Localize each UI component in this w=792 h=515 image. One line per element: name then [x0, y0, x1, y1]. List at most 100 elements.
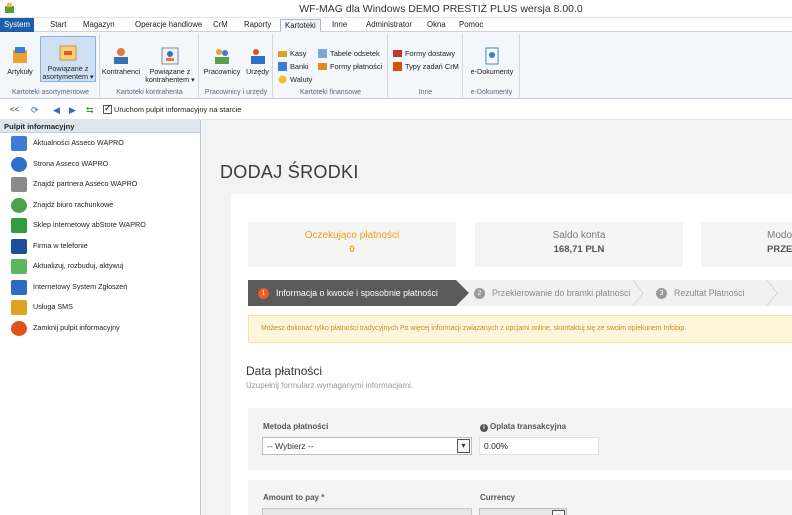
tab-crm[interactable]: CrM: [209, 19, 232, 32]
pracownicy-button[interactable]: Pracownicy: [202, 46, 242, 76]
sidebar-item-zamknij[interactable]: Zamknij pulpit informacyjny: [0, 318, 200, 339]
support-icon: [11, 279, 27, 295]
step-number: 1: [258, 288, 269, 299]
step-number: 3: [656, 288, 667, 299]
step-gateway-redirect[interactable]: 2 Przekierowanie do bramki płatności: [464, 280, 639, 306]
step-separator-chevron: [766, 280, 778, 306]
main-content: DODAJ ŚRODKI Oczekująco płatności 0 Sald…: [202, 120, 792, 515]
ribbon: Artykuły Powiązane z asortymentem ▾ Kart…: [0, 32, 792, 99]
tab-system[interactable]: System: [0, 18, 34, 32]
sidebar-item-firma-w-telefonie[interactable]: Firma w telefonie: [0, 236, 200, 257]
sidebar-item-strona[interactable]: Strona Asseco WAPRO: [0, 154, 200, 175]
banki-label: Banki: [290, 62, 309, 71]
update-icon: [11, 259, 27, 274]
info-alert: Możesz dokonać tylko płatności tradycyjn…: [248, 315, 792, 343]
sidebar-item-usluga-sms[interactable]: Usługa SMS: [0, 297, 200, 318]
transaction-fee-input[interactable]: 0.00%: [479, 437, 599, 455]
section-title: Data płatności: [246, 364, 323, 378]
collapse-panel-button[interactable]: <<: [10, 104, 19, 116]
group-title-asortyment: Kartoteki asortymentowe: [11, 89, 90, 96]
group-title-edokumenty: e-Dokumenty: [470, 89, 513, 96]
partner-icon: [11, 177, 27, 192]
sms-icon: [11, 300, 27, 315]
sidebar-item-sklep[interactable]: Sklep internetowy abStore WAPRO: [0, 215, 200, 236]
sidebar-item-label: Usługa SMS: [33, 302, 73, 311]
employees-icon: [215, 49, 229, 64]
table-icon: [318, 49, 327, 58]
kontrahenci-button[interactable]: Kontrahenci: [101, 46, 141, 76]
tab-inne[interactable]: Inne: [328, 19, 351, 32]
chevron-down-icon: ▾: [457, 439, 470, 453]
payment-card: Oczekująco płatności 0 Saldo konta 168,7…: [231, 194, 792, 515]
stat-value: 168,71 PLN: [553, 244, 605, 255]
formy-dostawy-button[interactable]: Formy dostawy: [393, 48, 455, 59]
formy-platnosci-button[interactable]: Formy płatności: [318, 61, 382, 72]
tab-operacje-handlowe[interactable]: Operacje handlowe: [131, 19, 206, 32]
tab-raporty[interactable]: Raporty: [240, 19, 275, 32]
typy-zadan-button[interactable]: Typy zadań CrM: [393, 61, 459, 72]
sidebar-item-znajdz-partnera[interactable]: Znajdź partnera Asseco WAPRO: [0, 174, 200, 195]
sidebar-item-aktualnosci[interactable]: Aktualności Asseco WAPRO: [0, 133, 200, 154]
typy-zadan-label: Typy zadań CrM: [405, 62, 459, 71]
sidebar: Pulpit informacyjny Aktualności Asseco W…: [0, 120, 201, 515]
amount-input[interactable]: [262, 508, 472, 515]
step-payment-result[interactable]: 3 Rezultat Płatności: [646, 280, 776, 306]
section-subtitle: Uzupełnij formularz wymaganymi informacj…: [246, 381, 414, 390]
sidebar-item-label: Znajdź partnera Asseco WAPRO: [33, 179, 138, 188]
currency-select[interactable]: ▾: [479, 508, 567, 515]
sidebar-item-label: Aktualizuj, rozbuduj, aktywuj: [33, 261, 124, 270]
group-title-finansowe: Kartoteki finansowe: [299, 89, 362, 96]
sidebar-item-label: Sklep internetowy abStore WAPRO: [33, 220, 146, 229]
waluty-button[interactable]: Waluty: [278, 74, 312, 85]
forward-icon[interactable]: ▶: [69, 104, 76, 116]
startup-checkbox-label: Uruchom pulpit informacyjny na starcie: [114, 105, 242, 114]
payment-method-select[interactable]: -- Wybierz -- ▾: [262, 437, 472, 455]
tab-pomoc[interactable]: Pomoc: [455, 19, 487, 32]
ribbon-group-pracownicy: Pracownicy Urzędy Pracownicy i urzędy: [200, 34, 273, 97]
step-label: Informacja o kwocie i sposobnie płatnośc…: [276, 288, 438, 298]
sidebar-header: Pulpit informacyjny: [0, 120, 200, 133]
amount-label: Amount to pay *: [263, 493, 325, 502]
payment-form: Metoda płatności -- Wybierz -- ▾ i Oplata…: [248, 408, 792, 515]
search-office-icon: [11, 197, 27, 213]
stat-value: PRZE: [767, 244, 792, 255]
artykuly-button[interactable]: Artykuły: [4, 46, 36, 76]
currency-label: Currency: [480, 493, 516, 502]
banki-button[interactable]: Banki: [278, 61, 309, 72]
contacts-icon: [114, 48, 128, 64]
sidebar-item-label: Aktualności Asseco WAPRO: [33, 138, 124, 147]
sync-icon[interactable]: ⇆: [86, 104, 94, 116]
powiazane-asortyment-button[interactable]: Powiązane z asortymentem ▾: [40, 36, 96, 82]
info-icon: i: [480, 424, 488, 432]
artykuly-label: Artykuły: [7, 67, 33, 76]
tab-magazyn[interactable]: Magazyn: [79, 19, 119, 32]
urzedy-button[interactable]: Urzędy: [244, 46, 271, 76]
back-icon[interactable]: ◀: [53, 104, 60, 116]
form-divider: [248, 470, 792, 480]
globe-icon: [11, 156, 27, 172]
page-title: DODAJ ŚRODKI: [220, 162, 359, 182]
stat-account-balance: Saldo konta 168,71 PLN: [475, 222, 683, 267]
e-dokumenty-button[interactable]: e-Dokumenty: [468, 46, 516, 76]
startup-checkbox[interactable]: [103, 103, 112, 114]
tabele-odsetek-button[interactable]: Tabele odsetek: [318, 48, 380, 59]
kasy-button[interactable]: Kasy: [278, 48, 306, 59]
refresh-icon[interactable]: ⟳: [31, 104, 39, 116]
sidebar-item-aktualizuj[interactable]: Aktualizuj, rozbuduj, aktywuj: [0, 256, 200, 277]
tab-start[interactable]: Start: [46, 19, 70, 32]
sidebar-item-label: Firma w telefonie: [33, 240, 88, 250]
tab-okna[interactable]: Okna: [423, 19, 450, 32]
waluty-label: Waluty: [290, 75, 313, 84]
step-amount-and-method[interactable]: 1 Informacja o kwocie i sposobnie płatno…: [248, 280, 469, 306]
stat-value: 0: [349, 244, 355, 255]
sidebar-item-znajdz-biuro[interactable]: Znajdź biuro rachunkowe: [0, 195, 200, 216]
tab-administrator[interactable]: Administrator: [362, 19, 416, 32]
stat-label: Modo: [767, 230, 792, 241]
kasy-label: Kasy: [290, 49, 307, 58]
stat-label: Saldo konta: [552, 230, 606, 241]
stat-model: Modo PRZE: [701, 222, 792, 267]
sidebar-item-system-zgloszen[interactable]: Internetowy System Zgłoszeń: [0, 277, 200, 298]
cash-icon: [278, 51, 287, 57]
tab-kartoteki[interactable]: Kartoteki: [280, 19, 321, 32]
powiazane-kontrahent-button[interactable]: Powiązane z kontrahentem ▾: [143, 46, 197, 84]
